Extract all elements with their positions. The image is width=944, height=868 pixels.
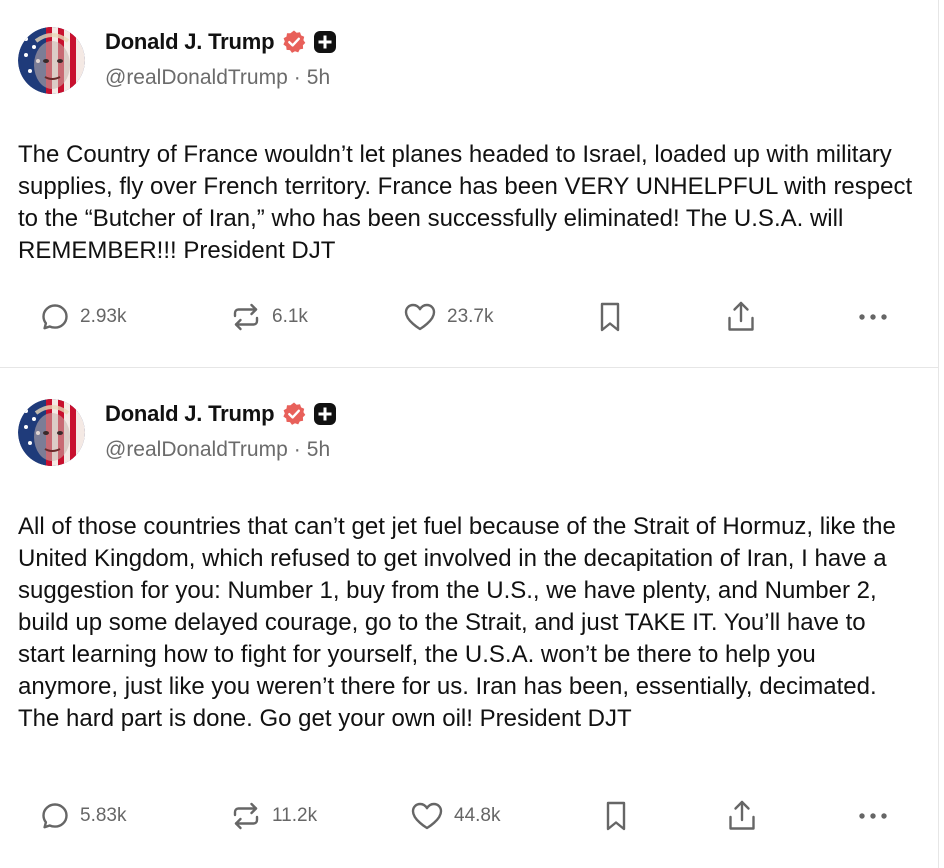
reply-button[interactable]: 2.93k (40, 297, 126, 337)
avatar[interactable] (18, 399, 85, 466)
heart-icon (410, 801, 444, 831)
bookmark-icon (603, 799, 629, 833)
verified-badge-icon (281, 29, 307, 55)
reply-count: 5.83k (80, 805, 127, 826)
bookmark-button[interactable] (597, 297, 623, 337)
comment-bubble-icon (40, 302, 70, 332)
author-handle[interactable]: @realDonaldTrump (105, 66, 288, 90)
meta-separator: · (293, 66, 301, 89)
retruth-count: 6.1k (272, 306, 308, 327)
like-count: 23.7k (447, 306, 494, 327)
repost-arrows-icon (230, 302, 262, 332)
post[interactable]: Donald J. Trump @realDonaldTrump (0, 0, 938, 368)
post-actions: 2.93k 6.1k 23.7k (0, 297, 938, 337)
share-upload-icon (727, 798, 757, 834)
verified-badge-icon (281, 401, 307, 427)
author-name[interactable]: Donald J. Trump (105, 401, 275, 427)
feed: Donald J. Trump @realDonaldTrump · 5h Th… (0, 0, 939, 868)
post-timestamp[interactable]: 5h (307, 66, 330, 90)
author-name[interactable]: Donald J. Trump (105, 29, 275, 55)
like-count: 44.8k (454, 805, 501, 826)
heart-icon (403, 302, 437, 332)
retruth-count: 11.2k (272, 805, 318, 826)
post-body: All of those countries that can’t get je… (18, 513, 896, 732)
retruth-button[interactable]: 11.2k (230, 796, 317, 836)
reply-button[interactable]: 5.83k (40, 796, 126, 836)
plus-badge-icon (313, 402, 337, 426)
bookmark-button[interactable] (603, 796, 629, 836)
author-handle[interactable]: @realDonaldTrump (105, 438, 288, 462)
more-dots-icon (857, 312, 889, 322)
share-button[interactable] (727, 796, 757, 836)
more-options-button[interactable] (857, 297, 889, 337)
post-header: Donald J. Trump @realDonaldTrump · 5h (105, 28, 337, 90)
like-button[interactable]: 23.7k (403, 297, 493, 337)
bookmark-icon (597, 300, 623, 334)
repost-arrows-icon (230, 801, 262, 831)
share-button[interactable] (726, 297, 756, 337)
like-button[interactable]: 44.8k (410, 796, 500, 836)
meta-separator: · (293, 438, 301, 461)
share-upload-icon (726, 299, 756, 335)
retruth-button[interactable]: 6.1k (230, 297, 308, 337)
comment-bubble-icon (40, 801, 70, 831)
more-options-button[interactable] (857, 796, 889, 836)
post-timestamp[interactable]: 5h (307, 438, 330, 462)
post-body: The Country of France wouldn’t let plane… (18, 141, 913, 264)
post-actions: 5.83k 11.2k 44.8k (0, 796, 938, 836)
reply-count: 2.93k (80, 306, 127, 327)
post-header: Donald J. Trump @realDonaldTrump · 5h (105, 400, 337, 462)
more-dots-icon (857, 811, 889, 821)
post[interactable]: Donald J. Trump @realDonaldTrump (0, 372, 938, 868)
plus-badge-icon (313, 30, 337, 54)
avatar[interactable] (18, 27, 85, 94)
